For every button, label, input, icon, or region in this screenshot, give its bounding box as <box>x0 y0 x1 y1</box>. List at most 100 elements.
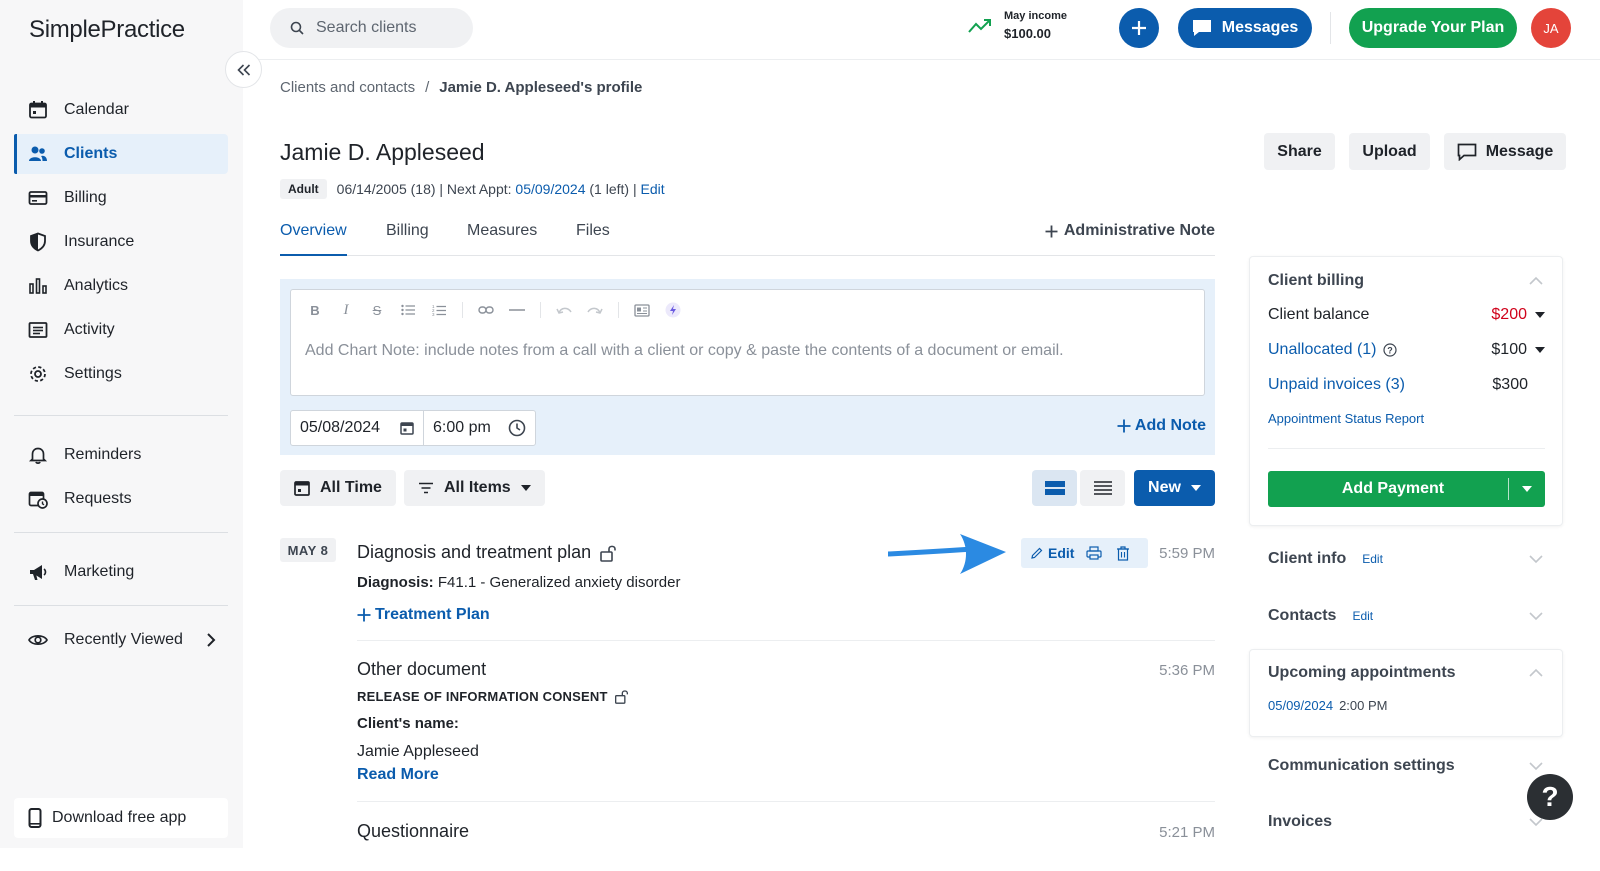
trash-icon[interactable] <box>1116 545 1130 561</box>
sidebar-item-requests[interactable]: Requests <box>14 479 228 519</box>
read-more-link[interactable]: Read More <box>357 766 439 784</box>
add-payment-button[interactable]: Add Payment <box>1268 471 1545 507</box>
help-button[interactable]: ? <box>1527 774 1573 820</box>
help-circle-icon[interactable]: ? <box>1382 343 1397 357</box>
sidebar-item-billing[interactable]: Billing <box>14 178 228 218</box>
app-logo[interactable]: SimplePractice <box>29 16 185 44</box>
tab-billing[interactable]: Billing <box>386 222 429 256</box>
undo-icon[interactable] <box>556 302 572 318</box>
contacts-title[interactable]: Contacts Edit <box>1268 607 1373 625</box>
download-app-label: Download free app <box>52 809 187 826</box>
plus-icon <box>357 608 371 622</box>
chevron-down-icon[interactable] <box>1528 761 1544 771</box>
breadcrumb-parent[interactable]: Clients and contacts <box>280 79 415 96</box>
comment-icon <box>1457 143 1477 161</box>
communication-settings-title[interactable]: Communication settings <box>1268 757 1455 775</box>
entry-title[interactable]: Other document <box>357 659 486 680</box>
add-payment-label: Add Payment <box>1341 480 1445 497</box>
unlock-icon[interactable] <box>614 689 629 704</box>
next-appointment-link[interactable]: 05/09/2024 <box>515 181 585 197</box>
appointment-status-report-link[interactable]: Appointment Status Report <box>1268 411 1424 426</box>
note-date-field[interactable]: 05/08/2024 <box>291 411 424 445</box>
message-button[interactable]: Message <box>1444 133 1566 170</box>
sidebar-item-insurance[interactable]: Insurance <box>14 222 228 262</box>
entry-title[interactable]: Questionnaire <box>357 821 469 842</box>
treatment-plan-label: Treatment Plan <box>375 606 490 623</box>
note-time-field[interactable]: 6:00 pm <box>424 411 535 445</box>
monthly-income[interactable]: May income $100.00 <box>968 10 1067 41</box>
print-icon[interactable] <box>1086 546 1103 560</box>
edit-client-info-link[interactable]: Edit <box>1362 552 1383 566</box>
time-filter-button[interactable]: All Time <box>280 470 396 506</box>
add-note-button[interactable]: Add Note <box>1117 417 1206 435</box>
sidebar-item-marketing[interactable]: Marketing <box>14 552 228 592</box>
search-input[interactable] <box>316 19 466 37</box>
expanded-view-button[interactable] <box>1032 470 1077 506</box>
download-app-button[interactable]: Download free app <box>14 798 228 838</box>
entry-title[interactable]: Diagnosis and treatment plan <box>357 542 617 563</box>
sidebar-item-activity[interactable]: Activity <box>14 310 228 350</box>
chart-note-editor[interactable]: B I S 123 Add Chart Note: include notes … <box>290 289 1205 396</box>
treatment-plan-link[interactable]: Treatment Plan <box>357 606 490 624</box>
list-icon <box>26 318 50 342</box>
client-billing-title[interactable]: Client billing <box>1268 272 1364 290</box>
unallocated-link[interactable]: Unallocated (1)? <box>1268 341 1397 359</box>
tab-measures[interactable]: Measures <box>467 222 537 256</box>
invoices-title[interactable]: Invoices <box>1268 813 1332 831</box>
search-bar[interactable] <box>270 8 473 48</box>
collapse-sidebar-button[interactable] <box>225 51 262 88</box>
unallocated-value[interactable]: $100 <box>1491 341 1545 359</box>
template-icon[interactable] <box>634 302 650 318</box>
client-info-title[interactable]: Client info Edit <box>1268 550 1383 568</box>
client-balance-value[interactable]: $200 <box>1491 306 1545 324</box>
shield-icon <box>26 230 50 254</box>
diagnosis-label: Diagnosis: <box>357 574 434 591</box>
link-icon[interactable] <box>478 302 494 318</box>
horizontal-rule-icon[interactable] <box>509 302 525 318</box>
tab-files[interactable]: Files <box>576 222 610 256</box>
new-item-button[interactable]: New <box>1134 470 1215 506</box>
appointments-left: (1 left) | <box>585 181 641 197</box>
create-button[interactable] <box>1119 8 1159 48</box>
timeline-date-tag: MAY 8 <box>280 538 336 562</box>
sidebar-item-recently-viewed[interactable]: Recently Viewed <box>14 620 228 660</box>
italic-icon[interactable]: I <box>338 302 354 318</box>
avatar[interactable]: JA <box>1531 8 1571 48</box>
numbered-list-icon[interactable]: 123 <box>431 302 447 318</box>
ai-lightning-icon[interactable] <box>665 302 681 318</box>
bell-icon <box>26 443 50 467</box>
edit-entry-button[interactable]: Edit <box>1031 545 1074 561</box>
upcoming-appointment-date[interactable]: 05/09/2024 <box>1268 698 1333 713</box>
chevron-down-icon[interactable] <box>1528 611 1544 621</box>
list-view-button[interactable] <box>1080 470 1125 506</box>
credit-card-icon <box>26 186 50 210</box>
unlock-icon[interactable] <box>599 544 617 562</box>
sidebar-item-analytics[interactable]: Analytics <box>14 266 228 306</box>
bullet-list-icon[interactable] <box>400 302 416 318</box>
upcoming-appointments-title[interactable]: Upcoming appointments <box>1268 664 1456 682</box>
edit-client-link[interactable]: Edit <box>640 181 664 197</box>
sidebar-item-clients[interactable]: Clients <box>14 134 228 174</box>
client-balance-label: Client balance <box>1268 306 1370 323</box>
upload-button[interactable]: Upload <box>1349 133 1430 170</box>
administrative-note-button[interactable]: Administrative Note <box>1045 222 1215 240</box>
strikethrough-icon[interactable]: S <box>369 302 385 318</box>
sidebar-item-label: Calendar <box>64 101 129 118</box>
sidebar-item-settings[interactable]: Settings <box>14 354 228 394</box>
tab-overview[interactable]: Overview <box>280 222 347 256</box>
megaphone-icon <box>26 560 50 584</box>
chevron-up-icon[interactable] <box>1528 276 1544 286</box>
unpaid-invoices-link[interactable]: Unpaid invoices (3) <box>1268 376 1405 394</box>
items-filter-button[interactable]: All Items <box>404 470 545 506</box>
sidebar-item-calendar[interactable]: Calendar <box>14 90 228 130</box>
edit-contacts-link[interactable]: Edit <box>1352 609 1373 623</box>
chevron-down-icon[interactable] <box>1528 554 1544 564</box>
share-button[interactable]: Share <box>1264 133 1335 170</box>
bold-icon[interactable]: B <box>307 302 323 318</box>
sidebar-item-reminders[interactable]: Reminders <box>14 435 228 475</box>
messages-button[interactable]: Messages <box>1178 8 1312 48</box>
redo-icon[interactable] <box>587 302 603 318</box>
caret-down-icon[interactable] <box>1509 486 1545 492</box>
chevron-up-icon[interactable] <box>1528 668 1544 678</box>
upgrade-plan-button[interactable]: Upgrade Your Plan <box>1349 8 1517 48</box>
